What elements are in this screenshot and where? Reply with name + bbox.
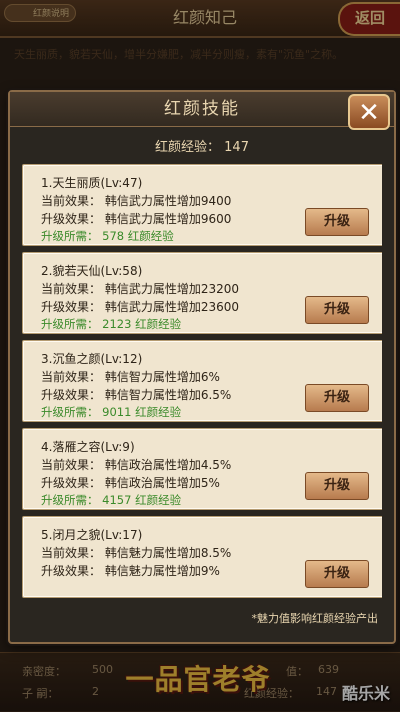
skill-title: 4.落雁之容(Lv:9) <box>41 440 135 454</box>
footer-note: *魅力值影响红颜经验产出 <box>251 612 379 625</box>
beauty-exp-value: 147 <box>224 140 249 155</box>
close-icon[interactable]: ✕ <box>348 94 390 130</box>
upgrade-button[interactable]: 升级 <box>305 472 369 500</box>
skill-list[interactable]: 1.天生丽质(Lv:47) 当前效果： 韩信武力属性增加9400 升级效果： 韩… <box>22 164 382 618</box>
skill-current-effect: 当前效果： 韩信武力属性增加9400 <box>41 194 232 208</box>
skill-current-effect: 当前效果： 韩信政治属性增加4.5% <box>41 458 232 472</box>
skill-card: 3.沉鱼之颜(Lv:12) 当前效果： 韩信智力属性增加6% 升级效果： 韩信智… <box>22 340 382 422</box>
skill-cost: 升级所需： 4157 红颜经验 <box>41 493 182 507</box>
skill-next-effect: 升级效果： 韩信武力属性增加23600 <box>41 300 239 314</box>
upgrade-button[interactable]: 升级 <box>305 560 369 588</box>
skill-title: 1.天生丽质(Lv:47) <box>41 176 143 190</box>
skill-next-effect: 升级效果： 韩信智力属性增加6.5% <box>41 388 232 402</box>
beauty-exp: 红颜经验： 147 <box>10 136 394 155</box>
skill-title: 5.闭月之貌(Lv:17) <box>41 528 143 542</box>
skill-current-effect: 当前效果： 韩信武力属性增加23200 <box>41 282 239 296</box>
skill-current-effect: 当前效果： 韩信魅力属性增加8.5% <box>41 546 232 560</box>
modal-title: 红颜技能 <box>164 99 240 119</box>
skill-cost: 升级所需： 2123 红颜经验 <box>41 317 182 331</box>
skill-current-effect: 当前效果： 韩信智力属性增加6% <box>41 370 220 384</box>
skill-title: 3.沉鱼之颜(Lv:12) <box>41 352 143 366</box>
skill-card: 1.天生丽质(Lv:47) 当前效果： 韩信武力属性增加9400 升级效果： 韩… <box>22 164 382 246</box>
skill-next-effect: 升级效果： 韩信政治属性增加5% <box>41 476 220 490</box>
beauty-exp-label: 红颜经验： <box>155 140 221 155</box>
skill-next-effect: 升级效果： 韩信武力属性增加9600 <box>41 212 232 226</box>
skill-title: 2.貌若天仙(Lv:58) <box>41 264 143 278</box>
modal-header: 红颜技能 <box>10 92 394 127</box>
skill-cost: 升级所需： 578 红颜经验 <box>41 229 174 243</box>
skill-cost: 升级所需： 9011 红颜经验 <box>41 405 182 419</box>
skill-card: 5.闭月之貌(Lv:17) 当前效果： 韩信魅力属性增加8.5% 升级效果： 韩… <box>22 516 382 598</box>
skill-next-effect: 升级效果： 韩信魅力属性增加9% <box>41 564 220 578</box>
upgrade-button[interactable]: 升级 <box>305 296 369 324</box>
upgrade-button[interactable]: 升级 <box>305 384 369 412</box>
skill-card: 2.貌若天仙(Lv:58) 当前效果： 韩信武力属性增加23200 升级效果： … <box>22 252 382 334</box>
upgrade-button[interactable]: 升级 <box>305 208 369 236</box>
skill-card: 4.落雁之容(Lv:9) 当前效果： 韩信政治属性增加4.5% 升级效果： 韩信… <box>22 428 382 510</box>
skills-modal: 红颜技能 ✕ 红颜经验： 147 1.天生丽质(Lv:47) 当前效果： 韩信武… <box>8 90 396 644</box>
